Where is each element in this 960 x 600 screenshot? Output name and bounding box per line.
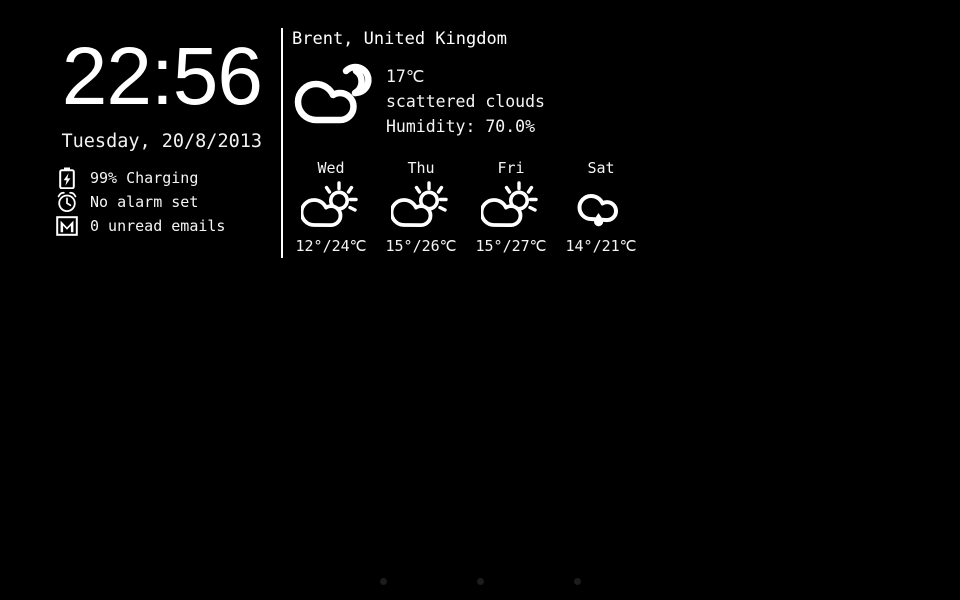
weather-temperature: 17℃ [386, 67, 425, 86]
gmail-envelope-icon [56, 215, 78, 237]
clock-time: 22:56 [61, 31, 263, 122]
weather-condition: scattered clouds [386, 92, 545, 111]
forecast-day-thu[interactable]: Thu 15°/26℃ [376, 158, 466, 256]
forecast-temperatures: 12°/24℃ [295, 237, 367, 255]
page-dot[interactable] [573, 578, 581, 585]
weather-humidity: Humidity: 70.0% [386, 117, 536, 136]
page-dot[interactable] [379, 578, 387, 585]
page-dot[interactable] [476, 578, 484, 585]
weather-forecast: Wed 12°/24℃ Thu 15°/26℃ Fri 15°/27℃ Sat … [286, 158, 646, 256]
cloud-with-sun-icon [292, 58, 380, 130]
status-item-label: 0 unread emails [90, 217, 226, 235]
clock-widget[interactable]: 22:56 Tuesday, 20/8/2013 99% Charging No… [0, 0, 281, 270]
partly-cloudy-icon [390, 180, 452, 232]
alarm-clock-icon [56, 191, 78, 213]
battery-charging-icon [56, 167, 78, 189]
clock-date: Tuesday, 20/8/2013 [61, 131, 262, 152]
weather-widget[interactable]: Brent, United Kingdom 17℃ scattered clou… [292, 28, 712, 139]
forecast-temperatures: 14°/21℃ [565, 237, 637, 255]
forecast-day-label: Fri [497, 159, 525, 177]
status-list: 99% Charging No alarm set 0 unread email… [56, 166, 225, 238]
forecast-temperatures: 15°/27℃ [475, 237, 547, 255]
forecast-day-wed[interactable]: Wed 12°/24℃ [286, 158, 376, 256]
status-item-email[interactable]: 0 unread emails [56, 214, 225, 238]
partly-cloudy-icon [300, 180, 362, 232]
forecast-day-sat[interactable]: Sat 14°/21℃ [556, 158, 646, 256]
page-indicator [0, 578, 960, 585]
status-item-battery[interactable]: 99% Charging [56, 166, 225, 190]
forecast-day-label: Thu [407, 159, 435, 177]
status-item-label: No alarm set [90, 193, 199, 211]
panel-divider [281, 28, 283, 258]
forecast-temperatures: 15°/26℃ [385, 237, 457, 255]
status-item-label: 99% Charging [90, 169, 199, 187]
partly-cloudy-icon [480, 180, 542, 232]
weather-current-conditions: 17℃ scattered clouds Humidity: 70.0% [292, 58, 712, 139]
forecast-day-label: Sat [587, 159, 615, 177]
status-item-alarm[interactable]: No alarm set [56, 190, 225, 214]
forecast-day-fri[interactable]: Fri 15°/27℃ [466, 158, 556, 256]
weather-readings: 17℃ scattered clouds Humidity: 70.0% [386, 58, 545, 139]
weather-location: Brent, United Kingdom [292, 29, 507, 49]
rain-cloud-icon [570, 180, 632, 232]
forecast-day-label: Wed [317, 159, 345, 177]
